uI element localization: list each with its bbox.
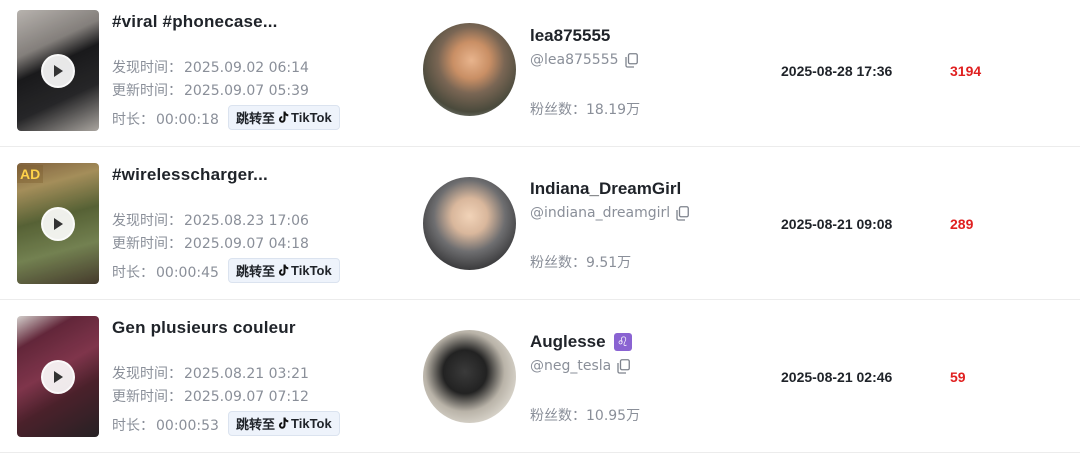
jump-platform: TikTok (291, 110, 332, 125)
found-time-label: 发现时间： (112, 213, 182, 229)
copy-icon[interactable] (617, 358, 631, 374)
tiktok-logo-icon (278, 111, 289, 123)
found-time-value: 2025.09.02 06:14 (184, 60, 309, 76)
user-handle: @indiana_dreamgirl (530, 205, 690, 221)
username-text: lea875555 (530, 26, 611, 45)
updated-time-label: 更新时间： (112, 389, 182, 405)
video-thumbnail[interactable] (17, 316, 99, 437)
list-item: AD #wirelesscharger... 发现时间： 2025.08.23 1… (0, 147, 1080, 300)
user-handle: @lea875555 (530, 52, 638, 68)
fan-count: 粉丝数：9.51万 (530, 252, 631, 272)
list-item: Gen plusieurs couleur 发现时间： 2025.08.21 03… (0, 300, 1080, 453)
count-value: 3194 (950, 63, 982, 79)
updated-time-label: 更新时间： (112, 236, 182, 252)
found-time-value: 2025.08.21 03:21 (184, 366, 309, 382)
fans-value: 10.95万 (586, 408, 641, 424)
fans-label: 粉丝数： (530, 102, 586, 118)
username[interactable]: Indiana_DreamGirl (530, 179, 681, 199)
leo-zodiac-icon: ♌ (613, 333, 632, 351)
found-time-label: 发现时间： (112, 60, 182, 76)
list-item: #viral #phonecase... 发现时间： 2025.09.02 06:… (0, 0, 1080, 147)
count-value: 59 (950, 369, 966, 385)
fan-count: 粉丝数：18.19万 (530, 99, 640, 119)
username-text: Auglesse (530, 332, 606, 351)
tiktok-logo-icon (278, 264, 289, 276)
jump-label: 跳转至 (236, 111, 276, 126)
updated-time-value: 2025.09.07 05:39 (184, 83, 309, 99)
user-handle: @neg_tesla (530, 358, 631, 374)
video-title[interactable]: Gen plusieurs couleur (112, 318, 296, 338)
jump-to-tiktok-button[interactable]: 跳转至 TikTok (228, 258, 340, 283)
duration-value: 00:00:18 (156, 112, 219, 128)
avatar[interactable] (423, 177, 516, 270)
updated-time-label: 更新时间： (112, 83, 182, 99)
updated-time: 更新时间： 2025.09.07 05:39 (112, 80, 309, 100)
duration: 时长： 00:00:53 (112, 415, 219, 435)
handle-text: @neg_tesla (530, 358, 612, 374)
handle-text: @indiana_dreamgirl (530, 205, 671, 221)
tiktok-logo-icon (278, 417, 289, 429)
jump-to-tiktok-button[interactable]: 跳转至 TikTok (228, 411, 340, 436)
jump-label: 跳转至 (236, 417, 276, 432)
duration-value: 00:00:45 (156, 265, 219, 281)
publish-time: 2025-08-28 17:36 (781, 63, 893, 79)
avatar[interactable] (423, 23, 516, 116)
video-title[interactable]: #wirelesscharger... (112, 165, 268, 185)
video-list: #viral #phonecase... 发现时间： 2025.09.02 06:… (0, 0, 1080, 463)
username[interactable]: lea875555 (530, 26, 610, 46)
found-time: 发现时间： 2025.08.21 03:21 (112, 363, 309, 383)
copy-icon[interactable] (676, 205, 690, 221)
play-icon[interactable] (41, 53, 75, 88)
publish-time: 2025-08-21 09:08 (781, 216, 893, 232)
duration: 时长： 00:00:18 (112, 109, 219, 129)
fan-count: 粉丝数：10.95万 (530, 405, 640, 425)
count-value: 289 (950, 216, 974, 232)
updated-time: 更新时间： 2025.09.07 04:18 (112, 233, 309, 253)
video-title[interactable]: #viral #phonecase... (112, 12, 278, 32)
found-time: 发现时间： 2025.08.23 17:06 (112, 210, 309, 230)
found-time: 发现时间： 2025.09.02 06:14 (112, 57, 309, 77)
fans-value: 9.51万 (586, 255, 632, 271)
duration-label: 时长： (112, 265, 154, 281)
video-thumbnail[interactable] (17, 10, 99, 131)
duration-value: 00:00:53 (156, 418, 219, 434)
publish-time: 2025-08-21 02:46 (781, 369, 893, 385)
video-thumbnail[interactable]: AD (17, 163, 99, 284)
username[interactable]: Auglesse ♌ (530, 332, 632, 352)
duration-label: 时长： (112, 418, 154, 434)
duration: 时长： 00:00:45 (112, 262, 219, 282)
play-icon[interactable] (41, 359, 75, 394)
username-text: Indiana_DreamGirl (530, 179, 682, 198)
avatar[interactable] (423, 330, 516, 423)
ad-badge: AD (17, 165, 44, 183)
found-time-value: 2025.08.23 17:06 (184, 213, 309, 229)
jump-to-tiktok-button[interactable]: 跳转至 TikTok (228, 105, 340, 130)
handle-text: @lea875555 (530, 52, 619, 68)
jump-label: 跳转至 (236, 264, 276, 279)
play-icon[interactable] (41, 206, 75, 241)
updated-time-value: 2025.09.07 04:18 (184, 236, 309, 252)
duration-label: 时长： (112, 112, 154, 128)
fans-label: 粉丝数： (530, 255, 586, 271)
fans-value: 18.19万 (586, 102, 641, 118)
updated-time-value: 2025.09.07 07:12 (184, 389, 309, 405)
found-time-label: 发现时间： (112, 366, 182, 382)
jump-platform: TikTok (291, 263, 332, 278)
copy-icon[interactable] (624, 52, 638, 68)
jump-platform: TikTok (291, 416, 332, 431)
updated-time: 更新时间： 2025.09.07 07:12 (112, 386, 309, 406)
fans-label: 粉丝数： (530, 408, 586, 424)
